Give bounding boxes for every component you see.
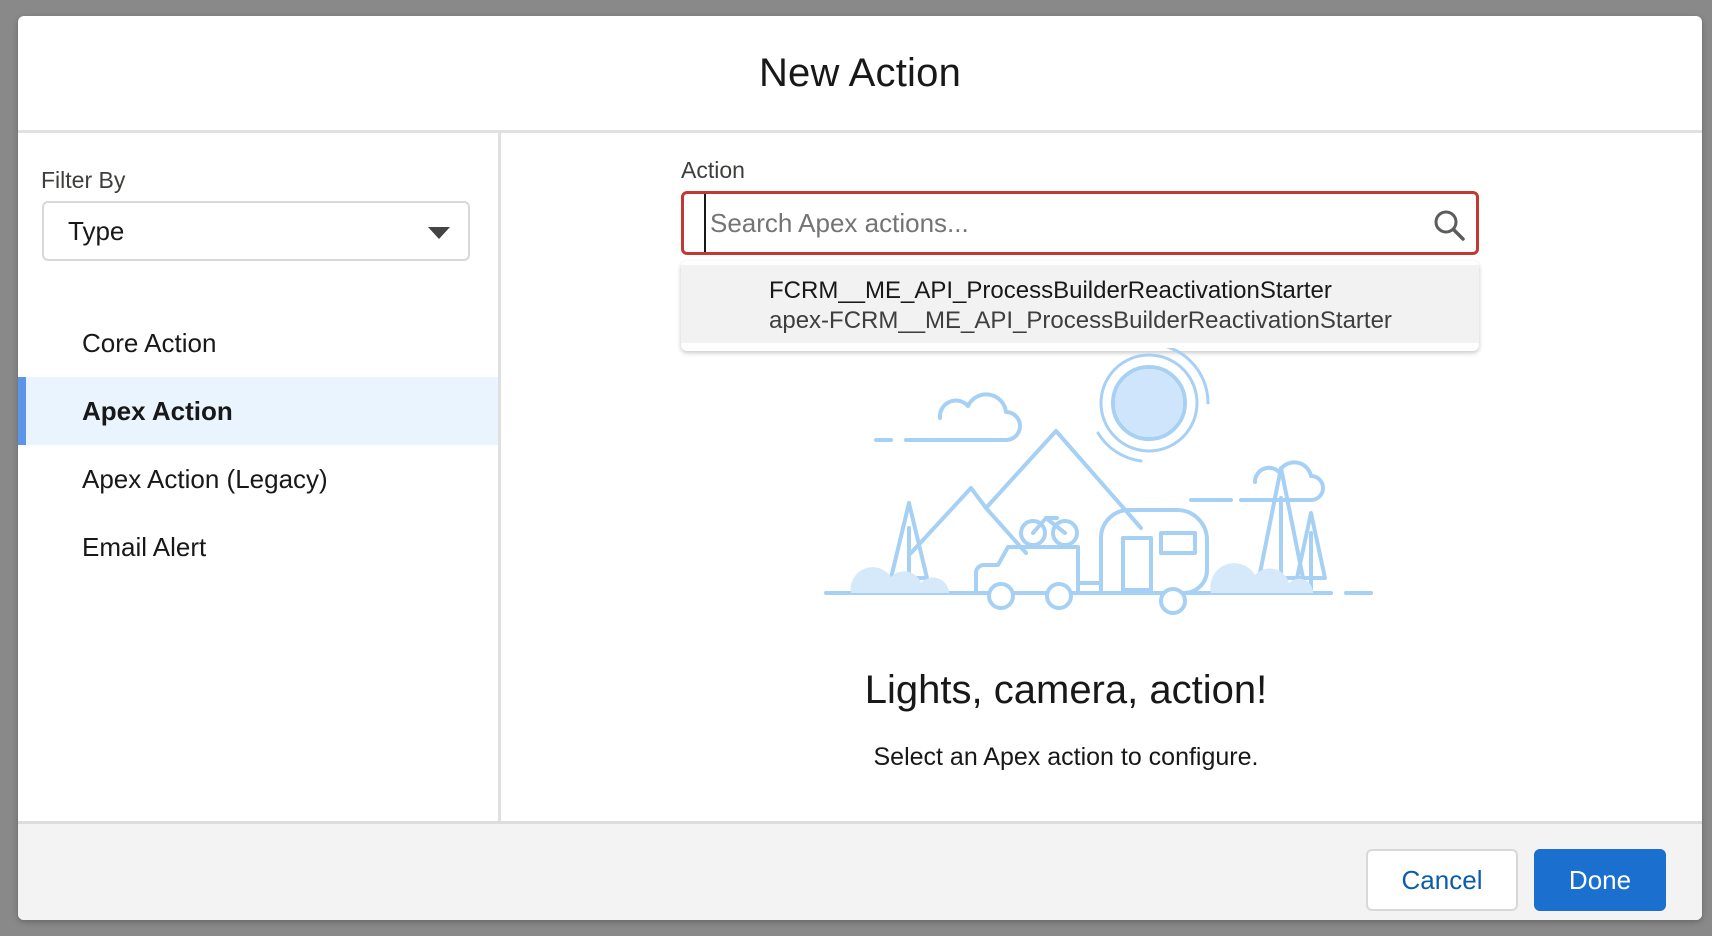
result-subtitle: apex-FCRM__ME_API_ProcessBuilderReactiva…: [769, 307, 1392, 334]
chevron-down-icon: [428, 227, 450, 239]
search-result-option[interactable]: FCRM__ME_API_ProcessBuilderReactivationS…: [681, 265, 1479, 343]
search-results-dropdown: FCRM__ME_API_ProcessBuilderReactivationS…: [681, 261, 1479, 351]
modal-title: New Action: [758, 50, 962, 95]
nav-item-apex-action-legacy[interactable]: Apex Action (Legacy): [18, 445, 498, 513]
cancel-button[interactable]: Cancel: [1366, 849, 1518, 911]
filter-type-select[interactable]: Type: [42, 201, 470, 261]
nav-item-core-action[interactable]: Core Action: [18, 309, 498, 377]
modal-footer: Cancel Done: [18, 821, 1702, 920]
modal-header: New Action: [18, 16, 1702, 133]
camping-illustration: [824, 348, 1373, 615]
filter-select-value: Type: [68, 215, 125, 246]
action-type-list: Core Action Apex Action Apex Action (Leg…: [18, 309, 498, 581]
filter-sidebar: Filter By Type Core Action Apex Action A…: [18, 133, 501, 821]
main-panel: Action FCRM__ME_API_ProcessBuilderReacti…: [501, 133, 1702, 821]
nav-item-email-alert[interactable]: Email Alert: [18, 513, 498, 581]
result-title: FCRM__ME_API_ProcessBuilderReactivationS…: [769, 277, 1332, 304]
new-action-modal: New Action Filter By Type Core Action Ap…: [18, 16, 1702, 920]
empty-state-title: Lights, camera, action!: [864, 668, 1268, 712]
empty-state-body: Select an Apex action to configure.: [873, 743, 1259, 771]
filter-by-label: Filter By: [41, 167, 126, 193]
nav-item-apex-action[interactable]: Apex Action: [18, 377, 498, 445]
apex-action-search-box[interactable]: [681, 191, 1479, 255]
search-icon[interactable]: [1432, 208, 1466, 242]
done-button[interactable]: Done: [1534, 849, 1666, 911]
apex-action-search-input[interactable]: [704, 194, 1410, 252]
action-field-label: Action: [681, 157, 745, 183]
